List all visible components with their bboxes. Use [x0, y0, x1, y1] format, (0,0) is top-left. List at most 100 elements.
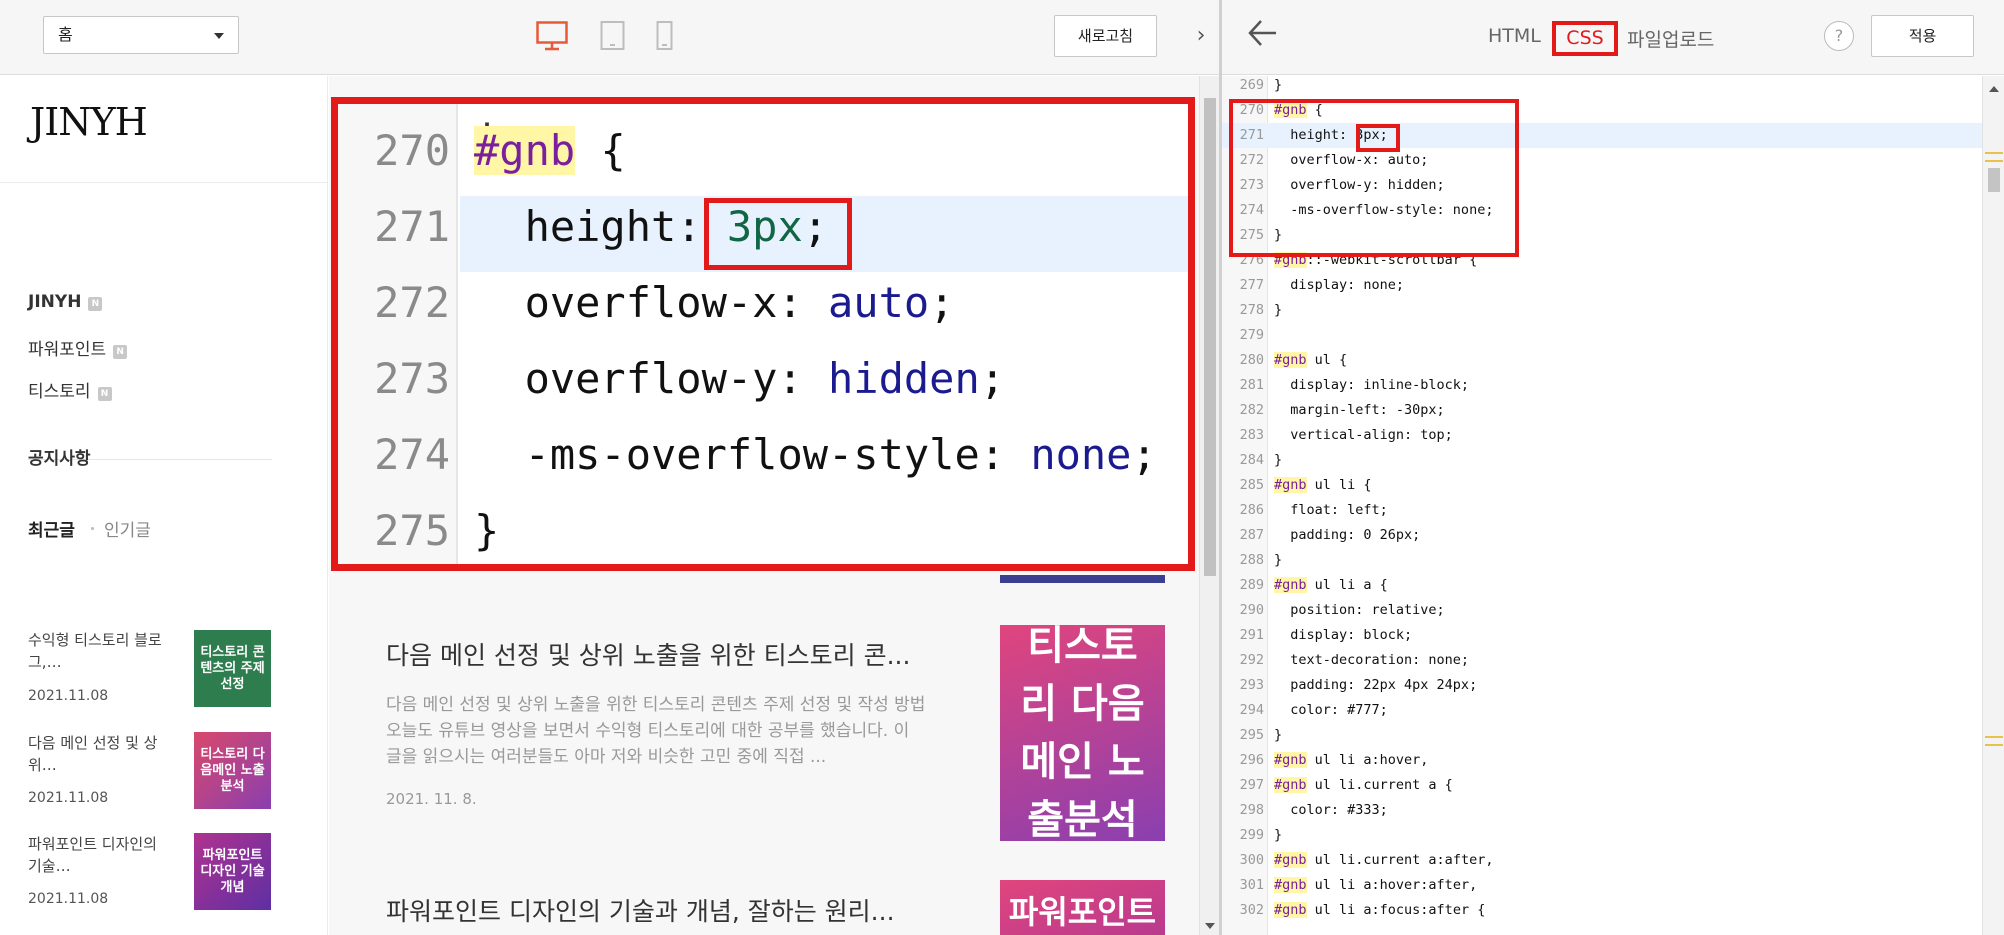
code-text: float: left; — [1274, 498, 1388, 523]
line-number: 270 — [374, 126, 450, 175]
code-rest: vertical-align: top; — [1274, 427, 1453, 443]
scrollbar-marker — [1985, 160, 2003, 162]
category-item[interactable]: 티스토리 N — [28, 377, 112, 402]
code-line: 288} — [1222, 548, 1982, 573]
category-label: JINYH — [28, 292, 82, 312]
preview-scrollbar[interactable] — [1199, 76, 1219, 935]
line-number: 285 — [1239, 477, 1264, 493]
line-number: 300 — [1239, 852, 1264, 868]
collapse-panel-button[interactable]: › — [1190, 20, 1212, 52]
tab-popular-posts[interactable]: 인기글 — [104, 516, 151, 541]
code-rest: } — [1274, 452, 1283, 468]
tab-html[interactable]: HTML — [1488, 25, 1541, 47]
code-text: display: none; — [1274, 273, 1404, 298]
refresh-button[interactable]: 새로고침 — [1054, 15, 1157, 57]
code-rest: ul li a:hover:after, — [1306, 877, 1478, 893]
code-rest: padding: 22px 4px 24px; — [1274, 677, 1478, 693]
value-highlight-box — [704, 198, 852, 270]
scroll-down-arrow-icon[interactable] — [1205, 923, 1215, 929]
zoomed-code-callout: . 270 #gnb { 271 height: 3px; 272 overfl… — [331, 97, 1195, 571]
css-selector: #gnb — [474, 126, 576, 175]
code-text: margin-left: -30px; — [1274, 398, 1444, 423]
code-text: } — [1274, 448, 1282, 473]
line-number: 277 — [1239, 277, 1264, 293]
scroll-up-arrow-icon[interactable] — [1989, 86, 1999, 92]
line-number: 279 — [1239, 327, 1264, 343]
code-rest: ul li a { — [1306, 577, 1388, 593]
code-rest: display: inline-block; — [1274, 377, 1470, 393]
line-number: 297 — [1239, 777, 1264, 793]
css-selector: #gnb — [1274, 902, 1307, 918]
recent-post-thumbnail[interactable]: 티스토리 다음메인 노출분석 — [194, 732, 271, 809]
recent-post-thumbnail[interactable]: 티스토리 콘텐츠의 주제선정 — [194, 630, 271, 707]
new-badge: N — [113, 345, 128, 359]
code-rest: ul li { — [1306, 477, 1372, 493]
recent-post-title[interactable]: 수익형 티스토리 블로그,… — [28, 629, 173, 673]
code-line: 300 #gnb ul li.current a:after, — [1222, 848, 1982, 873]
code-text: text-decoration: none; — [1274, 648, 1469, 673]
code-rest: } — [1274, 552, 1283, 568]
recent-post-date: 2021.11.08 — [28, 891, 109, 907]
line-number: 274 — [374, 430, 450, 479]
page-select[interactable]: 홈 — [43, 16, 239, 54]
css-selector: #gnb — [1274, 577, 1307, 593]
code-text: { — [575, 126, 626, 175]
post-excerpt: 다음 메인 선정 및 상위 노출을 위한 티스토리 콘텐츠 주제 선정 및 작성… — [386, 695, 926, 767]
line-number: 293 — [1239, 677, 1264, 693]
post-item[interactable]: 파워포인트 디자인의 기술과 개념, 잘하는 원리... — [386, 892, 926, 928]
css-code-editor[interactable]: 269} 270 #gnb {271 height: 3px; 272 overflo… — [1222, 76, 1982, 935]
line-number: 272 — [374, 278, 450, 327]
editor-scrollbar[interactable] — [1982, 76, 2004, 935]
line-number: 295 — [1239, 727, 1264, 743]
post-date: 2021. 11. 8. — [386, 790, 477, 808]
line-number: 289 — [1239, 577, 1264, 593]
recent-post-thumbnail[interactable]: 파워포인트 디자인 기술 개념 — [194, 833, 271, 910]
css-selector: #gnb — [1274, 477, 1307, 493]
recent-post-title[interactable]: 다음 메인 선정 및 상위… — [28, 732, 173, 776]
post-item[interactable]: 다음 메인 선정 및 상위 노출을 위한 티스토리 콘... 다음 메인 선정 … — [386, 636, 926, 808]
code-line: 285 #gnb ul li { — [1222, 473, 1982, 498]
code-line: 296 #gnb ul li a:hover, — [1222, 748, 1982, 773]
scrollbar-thumb[interactable] — [1204, 98, 1216, 576]
desktop-icon[interactable] — [536, 21, 568, 51]
back-arrow-icon[interactable] — [1246, 16, 1280, 50]
code-line: 298 color: #333; — [1222, 798, 1982, 823]
category-item[interactable]: JINYH N — [28, 292, 103, 312]
post-title[interactable]: 다음 메인 선정 및 상위 노출을 위한 티스토리 콘... — [386, 636, 926, 672]
code-rest: color: #333; — [1274, 802, 1388, 818]
code-text: #gnb ul li a:hover:after, — [1274, 873, 1477, 898]
blog-logo[interactable]: JINYH — [30, 100, 148, 144]
category-item[interactable]: 파워포인트 N — [28, 335, 128, 360]
scrollbar-thumb[interactable] — [1988, 168, 2000, 192]
tab-recent-posts[interactable]: 최근글 — [28, 516, 75, 541]
help-button[interactable]: ? — [1824, 21, 1854, 51]
value-highlight-box — [1356, 124, 1400, 152]
css-property: height: — [524, 202, 727, 251]
tab-css[interactable]: CSS — [1552, 21, 1618, 56]
css-selector: #gnb — [1274, 752, 1307, 768]
code-line: 269} — [1222, 76, 1982, 98]
tablet-icon[interactable] — [600, 21, 626, 51]
code-rest: display: block; — [1274, 627, 1413, 643]
code-rest: } — [1274, 77, 1283, 93]
css-property: overflow-x: — [524, 278, 829, 327]
code-text: vertical-align: top; — [1274, 423, 1453, 448]
recent-post-date: 2021.11.08 — [28, 688, 109, 704]
mobile-icon[interactable] — [656, 21, 674, 51]
code-line: 290 position: relative; — [1222, 598, 1982, 623]
blog-sidebar: JINYH JINYH N 파워포인트 N 티스토리 N — [0, 76, 328, 935]
post-title[interactable]: 파워포인트 디자인의 기술과 개념, 잘하는 원리... — [386, 892, 926, 928]
code-line: 291 display: block; — [1222, 623, 1982, 648]
recent-post-title[interactable]: 파워포인트 디자인의 기술… — [28, 833, 173, 877]
chevron-down-icon — [214, 33, 224, 39]
line-number: 287 — [1239, 527, 1264, 543]
code-rest: } — [1274, 302, 1283, 318]
apply-button[interactable]: 적용 — [1871, 15, 1974, 57]
post-thumbnail[interactable]: 티스토리 다음메인 노출분석 — [1000, 623, 1165, 843]
css-value: auto — [828, 278, 930, 327]
tab-file-upload[interactable]: 파일업로드 — [1627, 25, 1714, 52]
code-line: 282 margin-left: -30px; — [1222, 398, 1982, 423]
code-rest: } — [1274, 827, 1283, 843]
notice-heading[interactable]: 공지사항 — [28, 444, 91, 469]
post-thumbnail[interactable]: 파워포인트 — [1000, 880, 1165, 935]
